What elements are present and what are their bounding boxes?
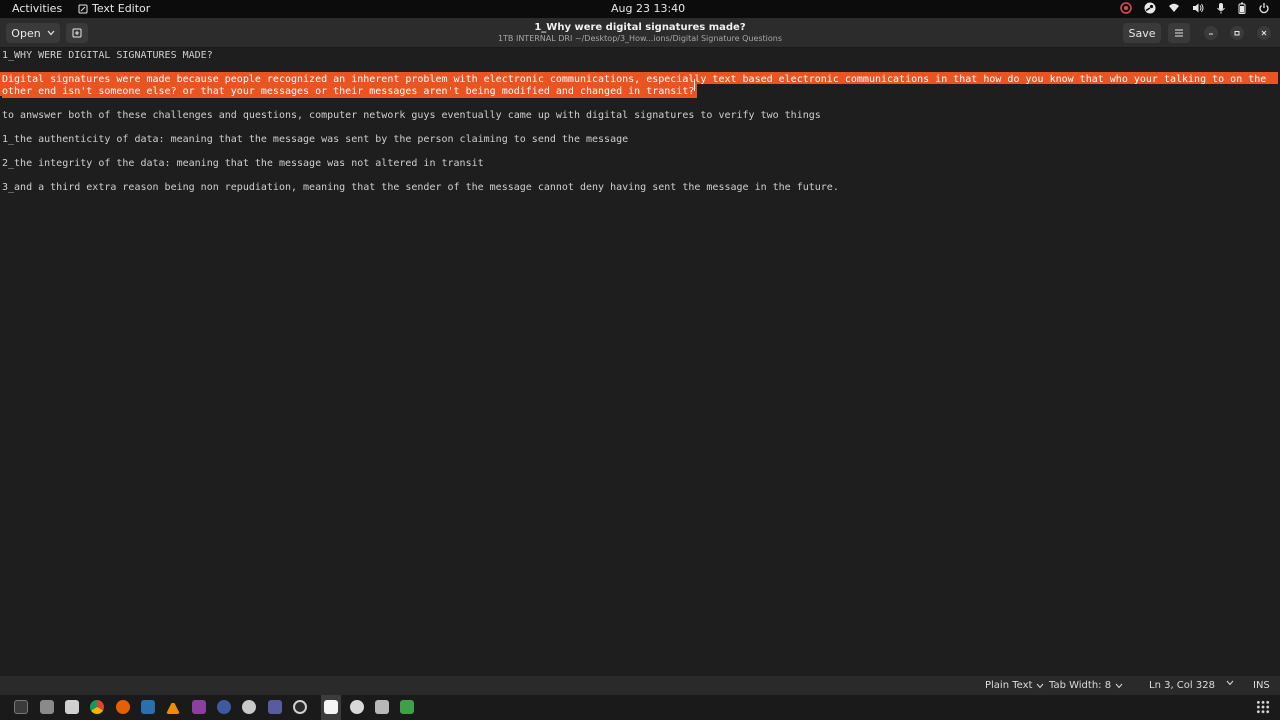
language-label: Plain Text	[985, 680, 1033, 691]
tool-icon[interactable]	[242, 700, 256, 714]
spreadsheet-icon[interactable]	[400, 700, 414, 714]
selected-text-line: other end isn't someone else? or that yo…	[2, 86, 698, 98]
text-line: 3_and a third extra reason being non rep…	[2, 182, 839, 193]
position-menu-button[interactable]	[1226, 680, 1234, 686]
text-editor-icon[interactable]	[324, 700, 338, 714]
network-icon[interactable]	[268, 700, 282, 714]
restore-icon	[1234, 31, 1240, 36]
tab-width-selector[interactable]: Tab Width: 8	[1049, 680, 1123, 691]
chevron-down-icon	[1115, 683, 1123, 688]
open-button[interactable]: Open	[6, 23, 60, 43]
apps-grid-icon[interactable]	[1256, 700, 1270, 714]
text-line: 1_WHY WERE DIGITAL SIGNATURES MADE?	[2, 50, 213, 61]
dock	[0, 695, 1280, 720]
chevron-down-icon	[1226, 680, 1234, 686]
obs-icon[interactable]	[293, 700, 307, 714]
minimize-button[interactable]	[1204, 26, 1218, 40]
microphone-icon[interactable]	[1216, 2, 1226, 14]
maximize-button[interactable]	[1230, 26, 1244, 40]
text-cursor	[694, 79, 695, 91]
text-line: to anwswer both of these challenges and …	[2, 110, 821, 121]
cursor-position-selector[interactable]: Ln 3, Col 328	[1149, 680, 1215, 691]
text-editor-area[interactable]: 1_WHY WERE DIGITAL SIGNATURES MADE? Digi…	[0, 48, 1280, 676]
steam-icon[interactable]	[141, 700, 155, 714]
volume-icon[interactable]	[1192, 2, 1204, 14]
screen-record-icon[interactable]	[1120, 2, 1132, 14]
save-button[interactable]: Save	[1123, 23, 1161, 43]
chrome-icon[interactable]	[90, 700, 104, 714]
new-tab-icon	[72, 28, 82, 38]
vlc-icon[interactable]	[166, 700, 180, 714]
title-area: 1_Why were digital signatures made? 1TB …	[440, 22, 840, 43]
app-menu[interactable]: Text Editor	[78, 2, 150, 15]
settings-icon[interactable]	[217, 700, 231, 714]
main-menu-button[interactable]	[1168, 23, 1190, 43]
cursor-position-label: Ln 3, Col 328	[1149, 680, 1215, 691]
terminal-icon[interactable]	[14, 700, 28, 714]
files-icon[interactable]	[40, 700, 54, 714]
selection-end-mask	[697, 84, 1278, 96]
save-label: Save	[1128, 26, 1156, 40]
document-path: 1TB INTERNAL DRI ~/Desktop/3_How...ions/…	[497, 34, 783, 43]
document-icon[interactable]	[375, 700, 389, 714]
app-icon[interactable]	[192, 700, 206, 714]
text-line: 1_the authenticity of data: meaning that…	[2, 134, 629, 145]
status-bar: Plain Text Tab Width: 8 Ln 3, Col 328 IN…	[0, 676, 1280, 695]
language-selector[interactable]: Plain Text	[985, 680, 1044, 691]
close-icon	[1261, 30, 1267, 36]
close-button[interactable]	[1257, 26, 1271, 40]
new-tab-button[interactable]	[66, 23, 88, 43]
top-bar: Activities Text Editor Aug 23 13:40	[0, 0, 1280, 18]
chevron-down-icon	[1037, 683, 1044, 688]
text-line: 2_the integrity of the data: meaning tha…	[2, 158, 484, 169]
document-title: 1_Why were digital signatures made?	[534, 22, 746, 33]
battery-icon[interactable]	[1238, 2, 1246, 14]
firefox-icon[interactable]	[116, 700, 130, 714]
text-icon[interactable]	[65, 700, 79, 714]
header-bar: Open 1_Why were digital signatures made?…	[0, 18, 1280, 48]
hamburger-menu-icon	[1175, 29, 1183, 37]
steam-tray-icon[interactable]	[1144, 2, 1156, 14]
wifi-icon[interactable]	[1168, 2, 1180, 14]
insert-mode-indicator[interactable]: INS	[1253, 680, 1270, 691]
text-editor-app-icon	[78, 4, 88, 13]
clock[interactable]: Aug 23 13:40	[611, 2, 685, 15]
minimize-icon	[1209, 33, 1213, 35]
disc-icon[interactable]	[350, 700, 364, 714]
insert-mode-label: INS	[1253, 680, 1270, 691]
app-name: Text Editor	[92, 2, 151, 15]
chevron-down-icon	[47, 30, 55, 36]
tab-width-label: Tab Width: 8	[1049, 680, 1112, 691]
power-icon[interactable]	[1258, 2, 1270, 14]
system-tray	[1120, 2, 1270, 14]
activities-button[interactable]: Activities	[12, 2, 62, 15]
open-label: Open	[11, 26, 41, 40]
